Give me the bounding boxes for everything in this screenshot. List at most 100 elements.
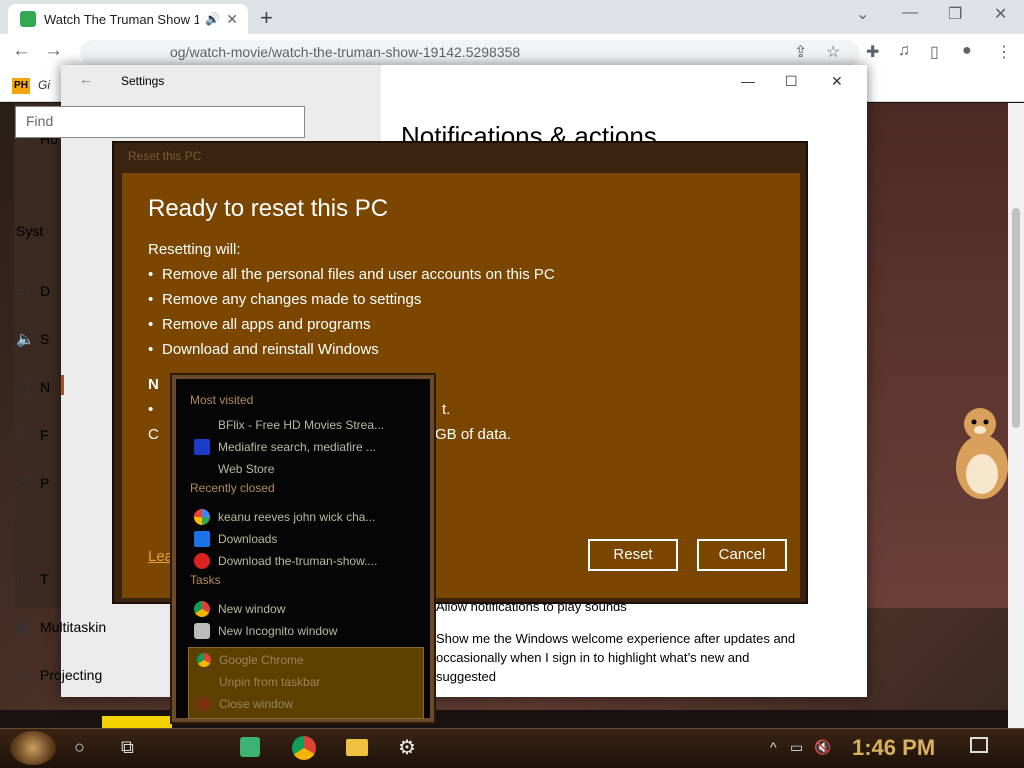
sidebar-item-sound[interactable]: 🔈 S bbox=[16, 330, 49, 348]
address-bar[interactable]: og/watch-movie/watch-the-truman-show-191… bbox=[80, 40, 860, 66]
bookmark-gi[interactable]: Gi bbox=[38, 78, 50, 92]
minimize-button[interactable]: — bbox=[902, 4, 918, 22]
multitasking-icon: ▤ bbox=[16, 619, 31, 636]
share-icon[interactable]: ⇪ bbox=[794, 42, 807, 62]
chrome-taskbar-icon[interactable] bbox=[292, 736, 316, 760]
jl-most-visited-heading: Most visited bbox=[190, 393, 254, 407]
jl-item-label: Download the-truman-show.... bbox=[218, 554, 378, 568]
jl-item-unpin[interactable]: Unpin from taskbar bbox=[197, 672, 320, 692]
jl-item-keanu[interactable]: keanu reeves john wick cha... bbox=[194, 507, 424, 527]
jl-item-close-window[interactable]: Close window bbox=[197, 694, 293, 714]
browser-tab[interactable]: Watch The Truman Show 1 🔊 ✕ bbox=[8, 4, 248, 34]
reset-bullet: • Download and reinstall Windows bbox=[148, 341, 379, 358]
page-yellow-element bbox=[102, 716, 172, 728]
scrollbar-thumb[interactable] bbox=[1012, 208, 1020, 428]
cancel-button[interactable]: Cancel bbox=[697, 539, 787, 571]
restore-button[interactable]: ❐ bbox=[948, 4, 962, 24]
settings-taskbar-icon[interactable]: ⚙ bbox=[398, 735, 416, 760]
sidebar-item-display[interactable]: ▭ D bbox=[16, 282, 50, 300]
reset-button[interactable]: Reset bbox=[588, 539, 678, 571]
option-welcome-line1[interactable]: Show me the Windows welcome experience a… bbox=[436, 631, 795, 646]
tray-overflow-icon[interactable]: ^ bbox=[770, 739, 777, 755]
incognito-icon bbox=[194, 623, 210, 639]
tab-search-icon[interactable]: ⌄ bbox=[856, 4, 869, 24]
sidebar-item-focus[interactable]: ☾ F bbox=[16, 426, 49, 444]
downloads-icon bbox=[194, 531, 210, 547]
reset-bullet-text: Remove all the personal files and user a… bbox=[162, 266, 555, 283]
chrome-jump-list: Most visited BFlix - Free HD Movies Stre… bbox=[172, 375, 434, 722]
mediafire-icon bbox=[194, 439, 210, 455]
tab-title: Watch The Truman Show 1 bbox=[44, 11, 200, 27]
extensions-icon[interactable]: ✚ bbox=[866, 42, 879, 62]
forward-button[interactable]: → bbox=[44, 40, 63, 62]
webstore-icon bbox=[194, 461, 210, 477]
sidebar-item-label: N bbox=[40, 379, 51, 395]
chrome-icon bbox=[197, 653, 211, 667]
display-icon: ▭ bbox=[16, 283, 31, 300]
close-browser-button[interactable]: ✕ bbox=[994, 4, 1007, 24]
jl-pinned-actions: Google Chrome Unpin from taskbar Close w… bbox=[188, 647, 424, 719]
close-tab-icon[interactable]: ✕ bbox=[226, 11, 238, 28]
sidebar-item-label: Projecting bbox=[40, 667, 103, 683]
jl-item-mediafire[interactable]: Mediafire search, mediafire ... bbox=[194, 437, 424, 457]
focus-icon: ☾ bbox=[16, 427, 30, 444]
sidebar-item-multitasking[interactable]: ▤ Multitaskin bbox=[16, 618, 106, 636]
reset-bullet: • Remove all apps and programs bbox=[148, 316, 371, 333]
settings-minimize-button[interactable]: — bbox=[741, 73, 755, 89]
file-explorer-icon[interactable] bbox=[346, 739, 368, 756]
left-decor-panel bbox=[14, 103, 64, 608]
reset-heading: Ready to reset this PC bbox=[148, 195, 389, 222]
task-view-icon[interactable]: ⧉ bbox=[121, 737, 134, 758]
back-button[interactable]: ← bbox=[12, 40, 31, 62]
settings-maximize-button[interactable]: ☐ bbox=[785, 73, 798, 90]
new-tab-button[interactable]: + bbox=[260, 5, 273, 31]
network-icon[interactable]: ▭ bbox=[790, 739, 803, 756]
taskbar-clock[interactable]: 1:46 PM bbox=[852, 735, 935, 761]
jl-recently-closed-heading: Recently closed bbox=[190, 481, 275, 495]
sidebar-item-label: T bbox=[40, 571, 49, 587]
unpin-icon bbox=[197, 675, 211, 689]
jl-item-download-truman[interactable]: Download the-truman-show.... bbox=[194, 551, 424, 571]
option-welcome-line2: occasionally when I sign in to highlight… bbox=[436, 650, 750, 665]
jl-item-label: New Incognito window bbox=[218, 624, 338, 638]
jl-item-incognito[interactable]: New Incognito window bbox=[194, 621, 424, 641]
settings-window-title: Settings bbox=[121, 74, 165, 88]
jl-item-google-chrome[interactable]: Google Chrome bbox=[197, 650, 304, 670]
sidebar-item-power[interactable]: ⏻ P bbox=[16, 474, 49, 491]
settings-back-icon[interactable]: ← bbox=[79, 71, 93, 87]
bookmark-ph[interactable]: PH bbox=[12, 78, 30, 94]
jl-item-label: Downloads bbox=[218, 532, 278, 546]
option-welcome-line3: suggested bbox=[436, 669, 496, 684]
sidebar-item-notifications[interactable]: ▢ N bbox=[16, 378, 50, 396]
bookmark-star-icon[interactable]: ☆ bbox=[826, 42, 840, 62]
cortana-icon[interactable]: ○ bbox=[74, 737, 85, 758]
jl-item-label: Unpin from taskbar bbox=[219, 675, 321, 689]
learn-more-link[interactable]: Lea bbox=[148, 548, 173, 565]
sticky-notes-icon[interactable] bbox=[240, 737, 260, 757]
sidebar-item-label: S bbox=[40, 331, 50, 347]
reset-bullet: • Remove all the personal files and user … bbox=[148, 266, 555, 283]
jl-item-webstore[interactable]: Web Store bbox=[194, 459, 424, 479]
sidebar-item-tablet[interactable]: ▯ T bbox=[16, 570, 49, 588]
settings-close-button[interactable]: ✕ bbox=[831, 73, 843, 90]
side-panel-icon[interactable]: ▯ bbox=[930, 42, 939, 62]
start-button[interactable] bbox=[10, 731, 56, 765]
audio-icon[interactable]: 🔊 bbox=[205, 12, 220, 26]
tablet-icon: ▯ bbox=[16, 571, 25, 588]
volume-muted-icon[interactable]: 🔇 bbox=[814, 739, 831, 756]
action-center-icon[interactable] bbox=[970, 737, 988, 753]
sidebar-item-projecting[interactable]: ▭ Projecting bbox=[16, 666, 102, 684]
jl-item-downloads[interactable]: Downloads bbox=[194, 529, 424, 549]
jl-item-bflix[interactable]: BFlix - Free HD Movies Strea... bbox=[194, 415, 424, 435]
sidebar-system-heading: Syst bbox=[16, 223, 43, 239]
jl-item-label: Mediafire search, mediafire ... bbox=[218, 440, 377, 454]
jl-item-new-window[interactable]: New window bbox=[194, 599, 424, 619]
find-setting-input[interactable]: Find bbox=[15, 106, 305, 138]
media-control-icon[interactable]: ♫ bbox=[898, 42, 910, 60]
right-decor-panel bbox=[860, 103, 1008, 608]
sidebar-item-label: F bbox=[40, 427, 49, 443]
download-site-icon bbox=[194, 553, 210, 569]
power-icon: ⏻ bbox=[16, 474, 28, 491]
profile-avatar-icon[interactable]: ● bbox=[962, 42, 972, 60]
menu-icon[interactable]: ⋮ bbox=[996, 42, 1012, 62]
